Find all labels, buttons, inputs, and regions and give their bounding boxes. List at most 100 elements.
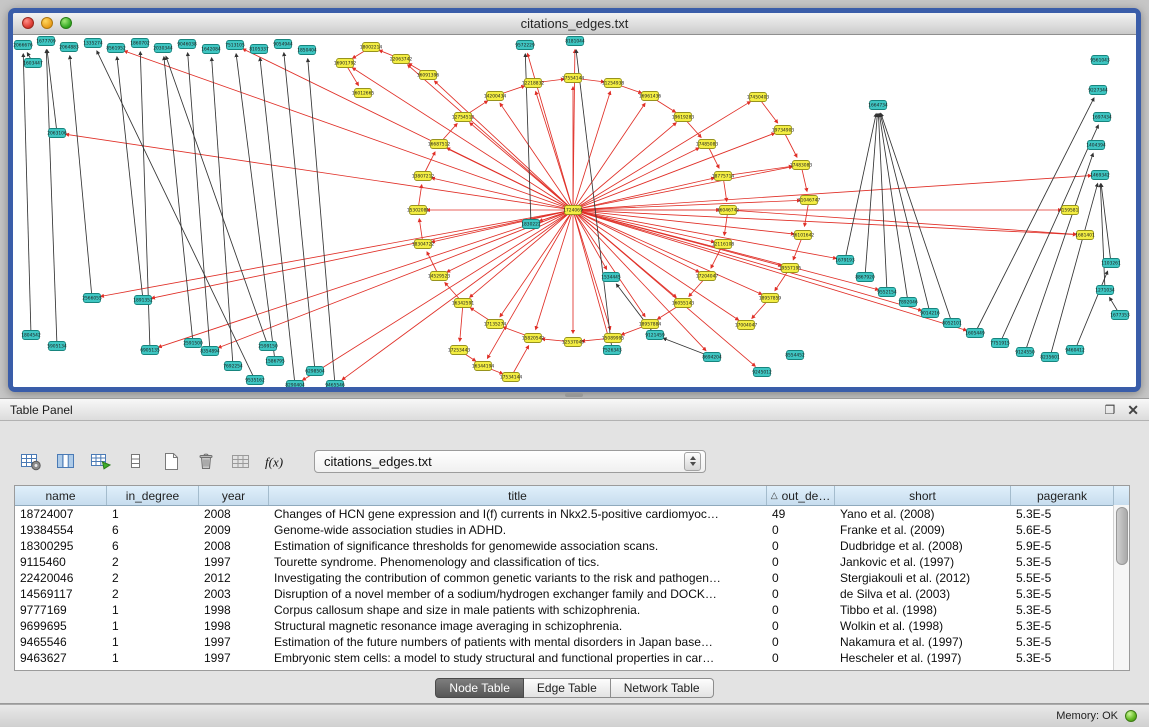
network-node[interactable]: 1642084 — [201, 45, 221, 54]
network-node[interactable]: 8694204 — [702, 353, 722, 362]
column-header-pagerank[interactable]: pagerank — [1011, 486, 1114, 505]
network-edge[interactable] — [303, 210, 573, 380]
network-node[interactable]: 8105337 — [249, 45, 269, 54]
network-node[interactable]: 17485083 — [696, 140, 719, 149]
column-header-out_degree[interactable]: △out_de… — [767, 486, 835, 505]
network-node[interactable]: 1534445 — [601, 273, 621, 282]
network-edge[interactable] — [260, 58, 295, 385]
new-document-icon[interactable] — [158, 450, 184, 472]
network-node[interactable]: 1891352 — [133, 296, 153, 305]
network-window-titlebar[interactable]: citations_edges.txt — [13, 13, 1136, 35]
network-node[interactable]: 15820542 — [522, 334, 545, 343]
network-edge[interactable] — [573, 210, 966, 330]
tab-network-table[interactable]: Network Table — [611, 678, 714, 698]
network-node[interactable]: 17534144 — [500, 373, 523, 382]
network-edge[interactable] — [152, 210, 573, 298]
network-node[interactable]: 2599150 — [258, 342, 278, 351]
network-node[interactable]: 17450403 — [747, 93, 770, 102]
network-node[interactable]: 7526343 — [602, 346, 622, 355]
rows-icon[interactable] — [123, 450, 149, 472]
network-node[interactable]: 7751915 — [990, 339, 1010, 348]
network-edge[interactable] — [1101, 184, 1111, 263]
network-node[interactable]: 12754512 — [452, 113, 475, 122]
network-node[interactable]: 9227344 — [1088, 86, 1108, 95]
network-node[interactable]: 17554144 — [562, 74, 585, 83]
network-node[interactable]: 1335274 — [83, 39, 103, 48]
network-node[interactable]: 9460412 — [1065, 346, 1085, 355]
network-node[interactable]: 17004047 — [735, 321, 758, 330]
network-edge[interactable] — [212, 58, 233, 366]
network-node[interactable]: 15089995 — [602, 334, 625, 343]
network-edge[interactable] — [23, 54, 31, 335]
network-node[interactable]: 1679193 — [835, 256, 855, 265]
network-node[interactable]: 159581 — [1062, 206, 1079, 215]
network-node[interactable]: 9552154 — [877, 288, 897, 297]
network-node[interactable]: 2066676 — [13, 41, 33, 50]
table-row[interactable]: 1872400712008Changes of HCN gene express… — [15, 506, 1129, 522]
network-edge[interactable] — [435, 81, 573, 210]
network-node[interactable]: 17483083 — [790, 161, 813, 170]
network-edge[interactable] — [353, 68, 573, 210]
network-edge[interactable] — [1025, 154, 1093, 352]
network-node[interactable]: 2063106 — [47, 129, 67, 138]
network-edge[interactable] — [159, 210, 573, 347]
network-node[interactable]: 9465546 — [325, 381, 345, 388]
network-edge[interactable] — [975, 98, 1094, 333]
network-node[interactable]: 11046747 — [798, 196, 821, 205]
network-edge[interactable] — [117, 57, 143, 300]
network-edge[interactable] — [243, 49, 573, 210]
network-node[interactable]: 19557195 — [779, 264, 802, 273]
network-node[interactable]: 17253443 — [448, 346, 471, 355]
network-node[interactable]: 16344194 — [472, 362, 495, 371]
network-edge[interactable] — [500, 103, 573, 210]
network-edge[interactable] — [576, 50, 612, 350]
table-row[interactable]: 946554611997Estimation of the future num… — [15, 634, 1129, 650]
network-node[interactable]: 1404394 — [1086, 141, 1106, 150]
network-edge[interactable] — [70, 56, 92, 298]
network-node[interactable]: 16091396 — [417, 71, 440, 80]
network-edge[interactable] — [46, 50, 57, 346]
network-node[interactable]: 16961436 — [639, 92, 662, 101]
network-node[interactable]: 1103261 — [1101, 259, 1121, 268]
network-edge[interactable] — [97, 51, 255, 380]
network-node[interactable]: 18957859 — [759, 294, 782, 303]
network-node[interactable]: 22063742 — [390, 55, 413, 64]
table-row[interactable]: 1830029562008Estimation of significance … — [15, 538, 1129, 554]
network-node[interactable]: 18002214 — [360, 43, 383, 52]
table-row[interactable]: 911546021997Tourette syndrome. Phenomeno… — [15, 554, 1129, 570]
column-header-short[interactable]: short — [835, 486, 1011, 505]
network-node[interactable]: 18957884 — [639, 320, 662, 329]
network-node[interactable]: 1469342 — [1090, 171, 1110, 180]
table-row[interactable]: 1938455462009Genome-wide association stu… — [15, 522, 1129, 538]
network-node[interactable]: 8181044 — [565, 37, 585, 46]
network-node[interactable]: 19734903 — [772, 126, 795, 135]
network-node[interactable]: 7892046 — [898, 298, 918, 307]
network-node[interactable]: 16101642 — [792, 231, 815, 240]
float-panel-icon[interactable]: ❐ — [1105, 404, 1116, 416]
network-node[interactable]: 9046038 — [177, 40, 197, 49]
network-node[interactable]: 8561952 — [106, 44, 126, 53]
network-node[interactable]: 18304722 — [412, 240, 435, 249]
network-edge[interactable] — [166, 56, 268, 346]
network-edge[interactable] — [573, 210, 1076, 235]
network-node[interactable]: 7692254 — [223, 362, 243, 371]
network-edge[interactable] — [573, 102, 750, 210]
table-row[interactable]: 1456911722003Disruption of a novel membe… — [15, 586, 1129, 602]
close-window-button[interactable] — [22, 17, 34, 29]
network-node[interactable]: 9121459 — [645, 331, 665, 340]
network-node[interactable]: 16012665 — [352, 89, 375, 98]
network-node[interactable]: 6905135 — [140, 346, 160, 355]
network-node[interactable]: 8052101 — [942, 319, 962, 328]
network-node[interactable]: 9572229 — [515, 41, 535, 50]
network-node[interactable]: 8235601 — [1040, 353, 1060, 362]
network-edge[interactable] — [573, 92, 610, 210]
network-edge[interactable] — [1075, 271, 1108, 350]
network-node[interactable]: 13807212 — [412, 172, 435, 181]
network-node[interactable]: 2566055 — [82, 294, 102, 303]
network-node[interactable]: 1664734 — [868, 101, 888, 110]
network-edge[interactable] — [460, 303, 463, 341]
network-node[interactable]: 2064883 — [59, 43, 79, 52]
network-node[interactable]: 8867920 — [855, 273, 875, 282]
network-node[interactable]: 6298504 — [305, 367, 325, 376]
network-node[interactable]: 1603447 — [23, 59, 43, 68]
